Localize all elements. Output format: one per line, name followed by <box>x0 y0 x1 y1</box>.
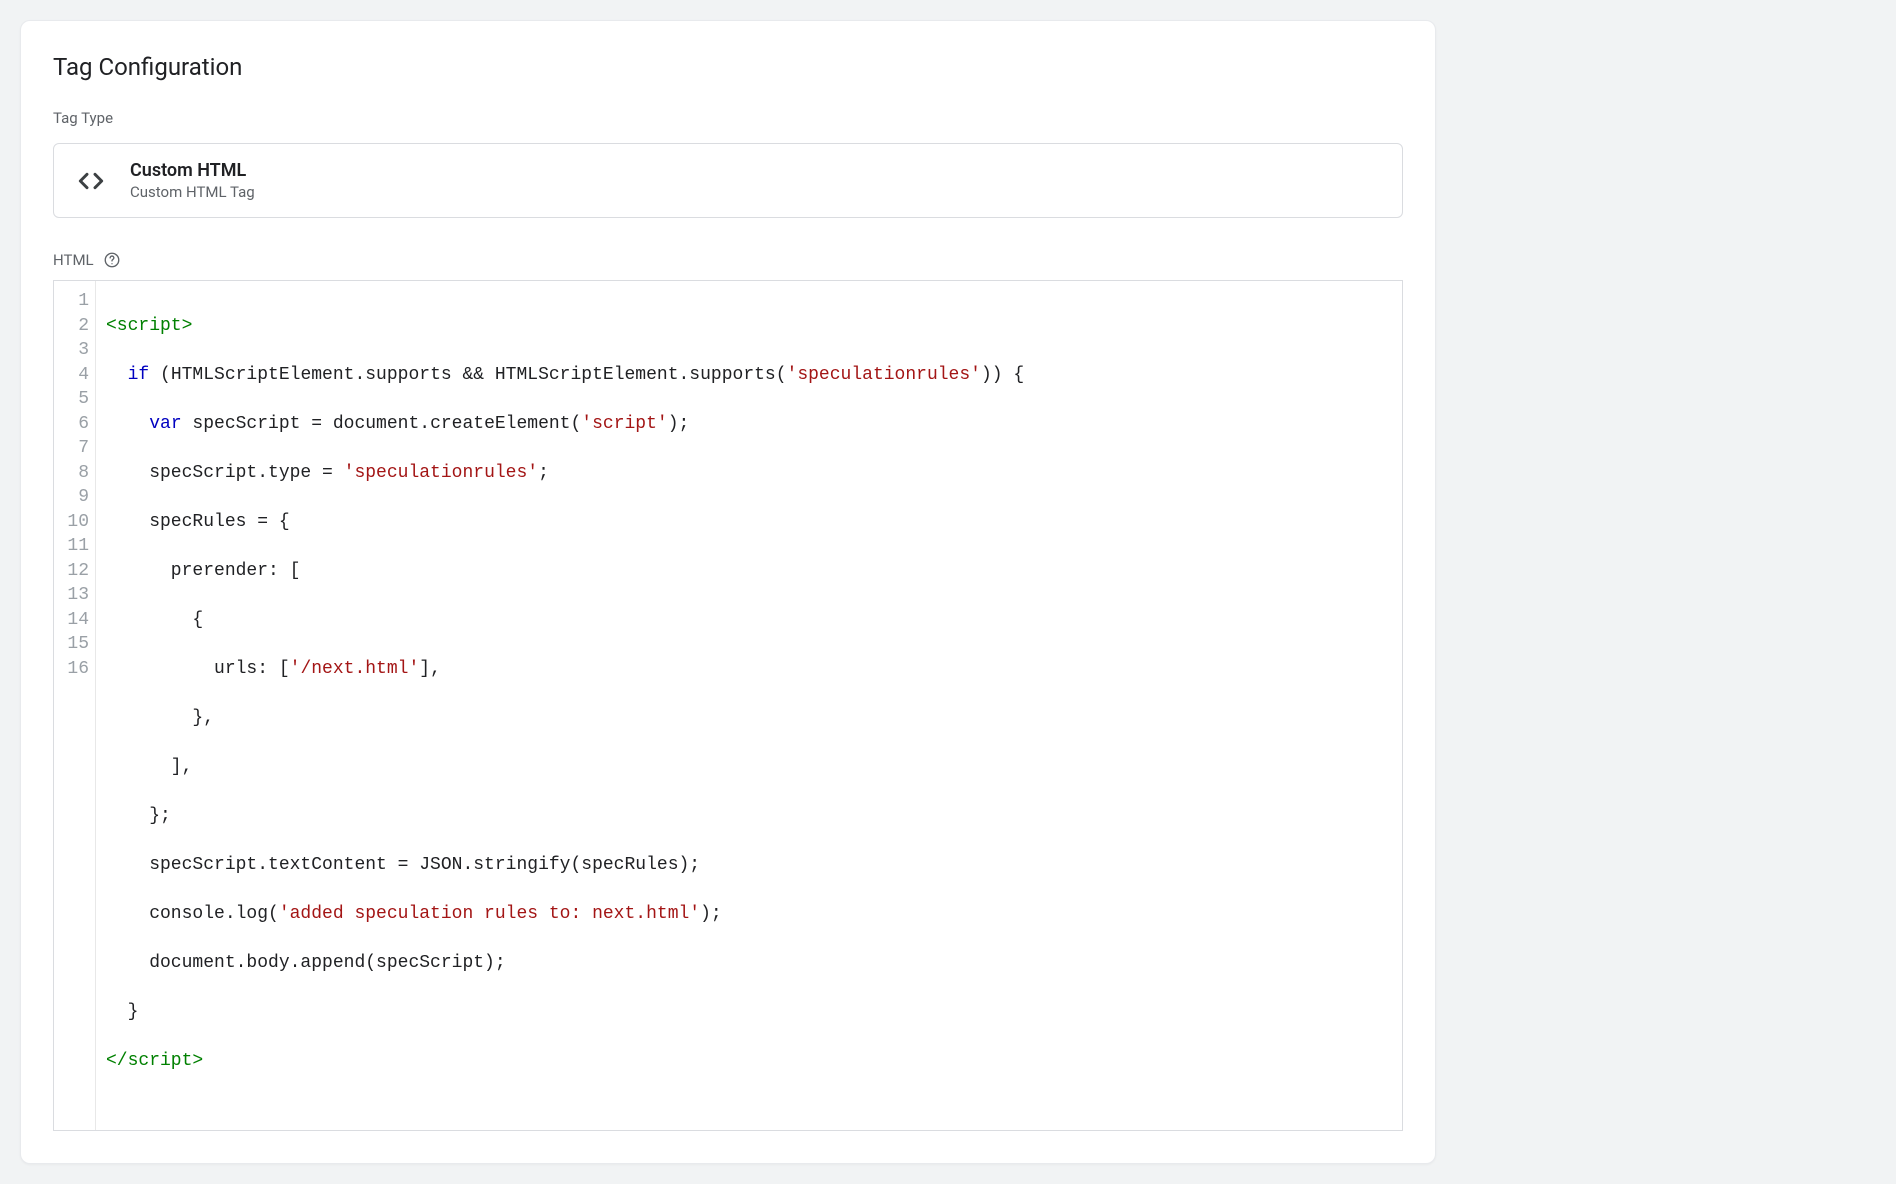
line-number: 15 <box>66 632 89 657</box>
help-icon[interactable] <box>102 250 122 270</box>
code-token: specScript.textContent = JSON.stringify(… <box>106 855 700 875</box>
html-section-header: HTML <box>53 250 1403 270</box>
code-token: specScript.type = <box>106 463 344 483</box>
line-number: 16 <box>66 657 89 682</box>
code-token: )) { <box>981 365 1024 385</box>
line-number: 7 <box>66 436 89 461</box>
code-token: ; <box>538 463 549 483</box>
code-token: 'script' <box>581 414 667 434</box>
line-number: 12 <box>66 559 89 584</box>
line-number: 10 <box>66 510 89 535</box>
code-token: document.body.append(specScript); <box>106 953 506 973</box>
code-token: '/next.html' <box>290 659 420 679</box>
line-number: 4 <box>66 363 89 388</box>
code-token: urls: [ <box>106 659 290 679</box>
code-token: }, <box>106 708 214 728</box>
code-token: ], <box>419 659 441 679</box>
code-token: if <box>128 365 150 385</box>
code-token <box>106 365 128 385</box>
line-number: 1 <box>66 289 89 314</box>
line-number: 6 <box>66 412 89 437</box>
code-token: 'added speculation rules to: next.html' <box>279 904 700 924</box>
tag-type-selector[interactable]: Custom HTML Custom HTML Tag <box>53 143 1403 218</box>
html-code-editor[interactable]: 1 2 3 4 5 6 7 8 9 10 11 12 13 14 15 16 <… <box>53 280 1403 1131</box>
code-token: </script> <box>106 1051 203 1071</box>
code-token <box>106 414 149 434</box>
code-token: prerender: [ <box>106 561 300 581</box>
tag-configuration-card: Tag Configuration Tag Type Custom HTML C… <box>20 20 1436 1164</box>
code-token: console.log( <box>106 904 279 924</box>
line-number: 13 <box>66 583 89 608</box>
line-number: 3 <box>66 338 89 363</box>
tag-type-name: Custom HTML <box>130 160 255 181</box>
card-title: Tag Configuration <box>53 53 1403 81</box>
code-token: specScript = document.createElement( <box>182 414 582 434</box>
line-number: 8 <box>66 461 89 486</box>
tag-type-text: Custom HTML Custom HTML Tag <box>130 160 255 201</box>
code-token: var <box>149 414 181 434</box>
code-token: 'speculationrules' <box>787 365 981 385</box>
tag-type-label: Tag Type <box>53 109 1403 127</box>
line-number: 14 <box>66 608 89 633</box>
code-token: ); <box>700 904 722 924</box>
code-token: } <box>106 1002 138 1022</box>
line-number: 9 <box>66 485 89 510</box>
code-content[interactable]: <script> if (HTMLScriptElement.supports … <box>96 281 1402 1130</box>
line-number: 2 <box>66 314 89 339</box>
code-token: specRules = { <box>106 512 290 532</box>
code-token: ); <box>668 414 690 434</box>
line-number: 5 <box>66 387 89 412</box>
code-token: }; <box>106 806 171 826</box>
html-label: HTML <box>53 251 94 269</box>
code-gutter: 1 2 3 4 5 6 7 8 9 10 11 12 13 14 15 16 <box>54 281 96 1130</box>
code-token: ], <box>106 757 192 777</box>
code-token: 'speculationrules' <box>344 463 538 483</box>
line-number: 11 <box>66 534 89 559</box>
code-token: { <box>106 610 203 630</box>
code-token: <script> <box>106 316 192 336</box>
code-token: (HTMLScriptElement.supports && HTMLScrip… <box>149 365 786 385</box>
code-brackets-icon <box>74 164 108 198</box>
tag-type-desc: Custom HTML Tag <box>130 183 255 201</box>
